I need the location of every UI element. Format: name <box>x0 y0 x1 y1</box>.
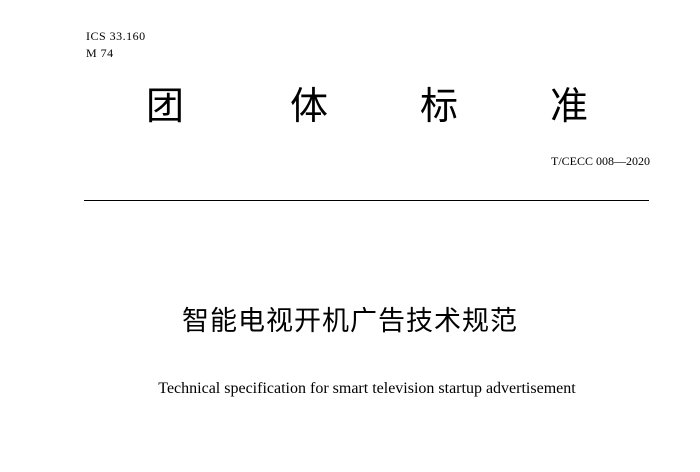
classification-codes: ICS 33.160 M 74 <box>86 28 146 62</box>
standard-type-char-2: 体 <box>290 84 329 128</box>
document-cover-page: ICS 33.160 M 74 团 体 标 准 T/CECC 008—2020 … <box>0 0 700 472</box>
standard-type-char-3: 标 <box>420 84 459 128</box>
standard-type-heading: 团 体 标 准 <box>146 78 594 134</box>
standard-number: T/CECC 008—2020 <box>550 154 650 168</box>
english-title: Technical specification for smart televi… <box>158 380 576 397</box>
standard-type-char-4: 准 <box>550 84 589 128</box>
ics-code: ICS 33.160 <box>86 29 146 43</box>
ccs-code: M 74 <box>86 46 114 60</box>
standard-type-char-1: 团 <box>146 84 185 128</box>
chinese-title: 智能电视开机广告技术规范 <box>182 306 518 337</box>
header-divider-line <box>84 200 649 201</box>
